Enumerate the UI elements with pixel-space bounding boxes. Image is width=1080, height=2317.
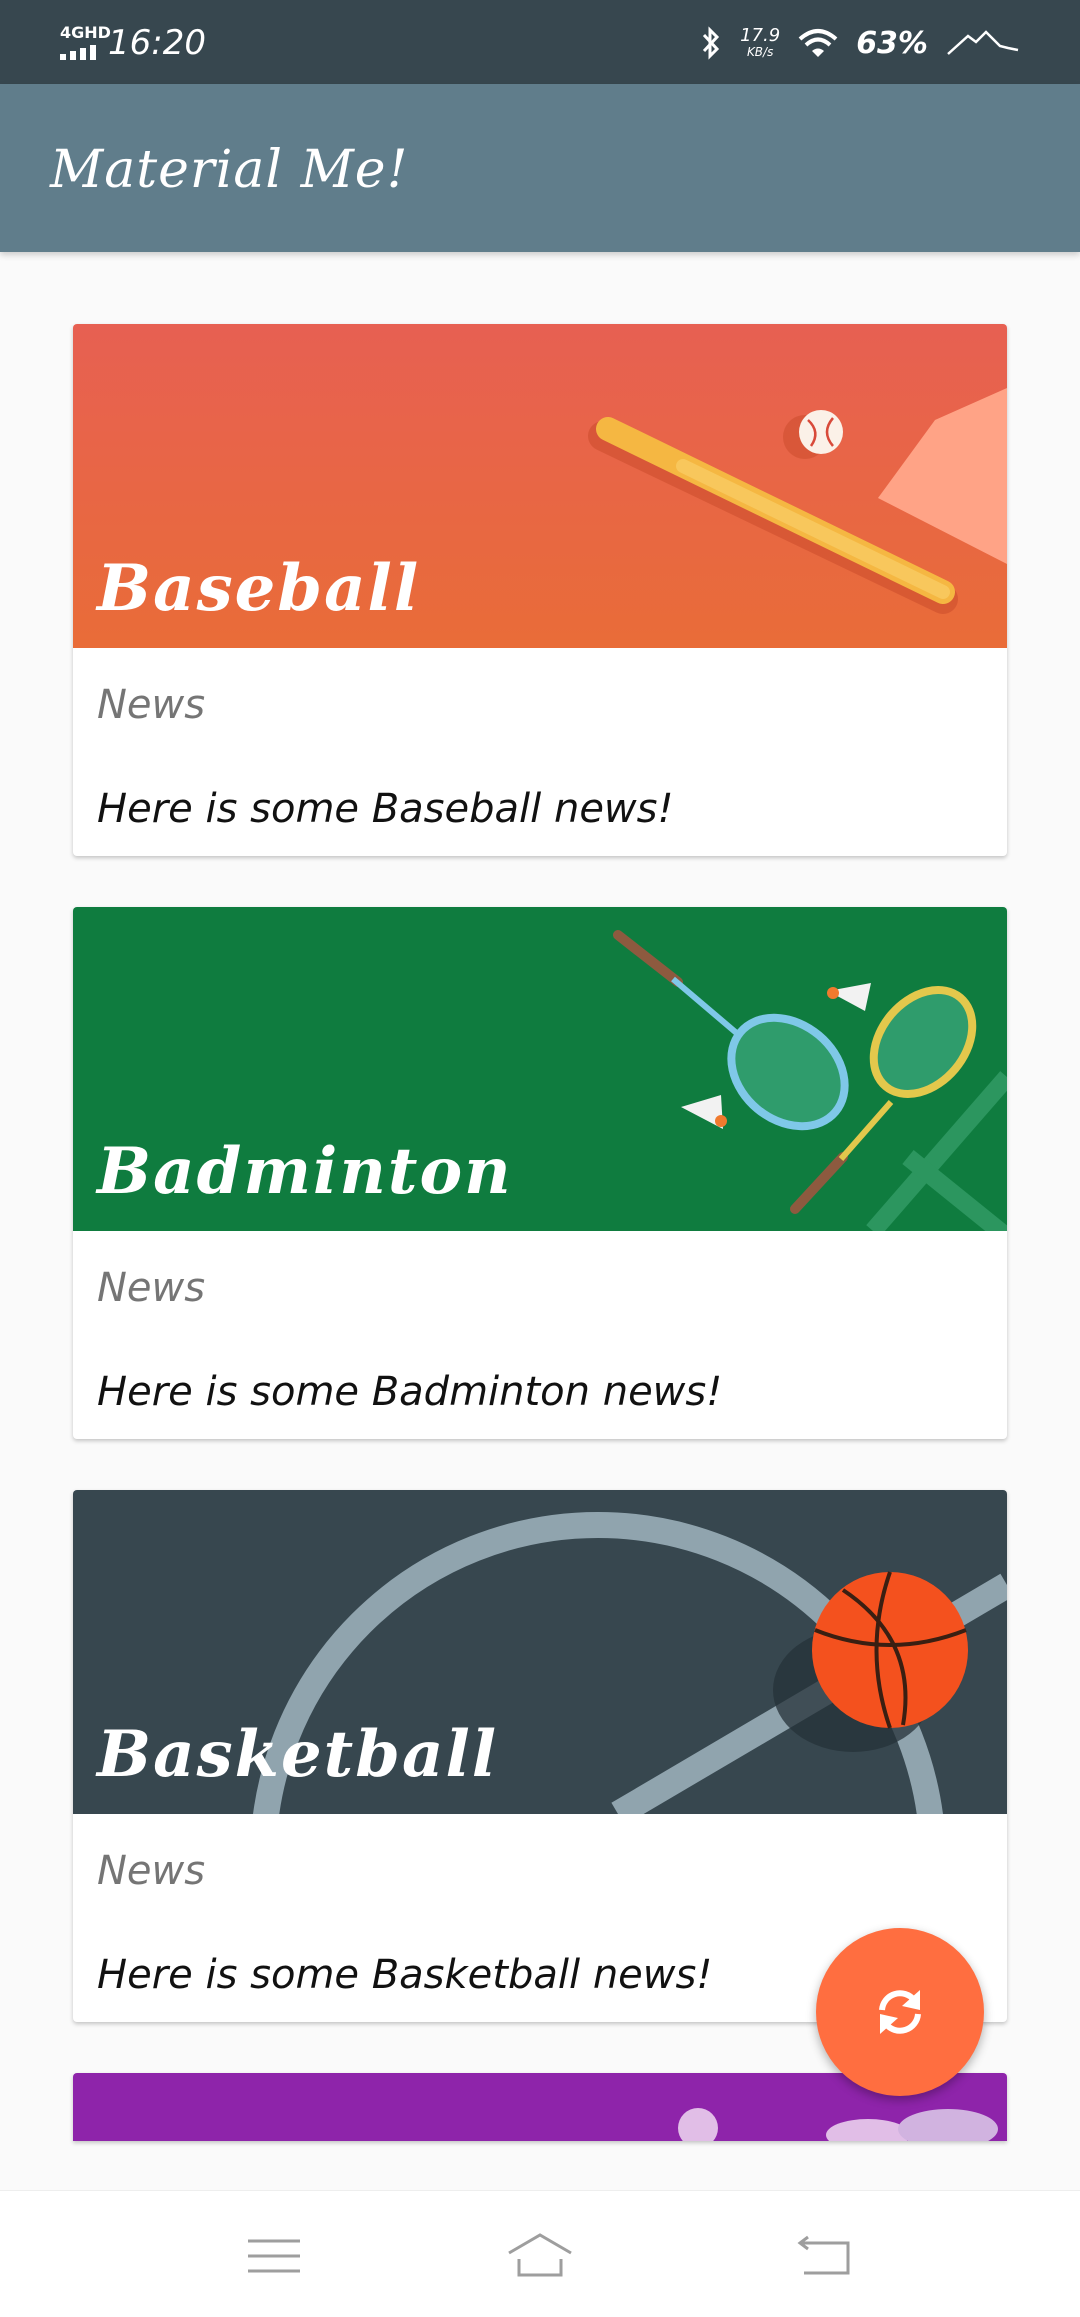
card-baseball[interactable]: Baseball News Here is some Baseball news… xyxy=(73,324,1007,856)
card-body-text: Here is some Baseball news! xyxy=(97,786,674,832)
app-bar: Material Me! xyxy=(0,84,1080,252)
home-icon[interactable] xyxy=(505,2231,575,2281)
menu-icon[interactable] xyxy=(244,2231,304,2281)
card-image-badminton: Badminton xyxy=(73,907,1007,1231)
card-title: Baseball xyxy=(97,551,421,626)
back-icon[interactable] xyxy=(796,2231,856,2281)
card-body-text: Here is some Basketball news! xyxy=(97,1952,713,1998)
battery-percent: 63% xyxy=(856,25,928,61)
refresh-icon xyxy=(879,1990,921,2034)
clock: 16:20 xyxy=(108,23,206,63)
network-type: 4GHD xyxy=(60,23,111,42)
wifi-icon xyxy=(798,29,838,57)
card-title: Badminton xyxy=(97,1134,513,1209)
card-image-basketball: Basketball xyxy=(73,1490,1007,1814)
signal-icon: 4GHD xyxy=(58,23,111,63)
speed-unit: KB/s xyxy=(746,45,774,59)
network-speed: 17.9 KB/s xyxy=(740,25,781,60)
card-subtitle: News xyxy=(97,1265,206,1311)
status-left: 4GHD 16:20 xyxy=(58,18,206,68)
speed-value: 17.9 xyxy=(740,25,781,46)
app-title: Material Me! xyxy=(50,140,409,200)
card-subtitle: News xyxy=(97,682,206,728)
card-subtitle: News xyxy=(97,1848,206,1894)
status-bar: 4GHD 16:20 17.9 KB/s 63% xyxy=(0,0,1080,84)
card-body-text: Here is some Badminton news! xyxy=(97,1369,723,1415)
refresh-fab[interactable] xyxy=(816,1928,984,2096)
card-badminton[interactable]: Badminton News Here is some Badminton ne… xyxy=(73,907,1007,1439)
bluetooth-icon xyxy=(703,26,720,60)
card-image-baseball: Baseball xyxy=(73,324,1007,648)
card-title: Basketball xyxy=(97,1717,499,1792)
system-nav-bar xyxy=(0,2190,1080,2317)
status-right: 17.9 KB/s 63% xyxy=(700,18,1020,68)
battery-icon xyxy=(947,30,1019,55)
